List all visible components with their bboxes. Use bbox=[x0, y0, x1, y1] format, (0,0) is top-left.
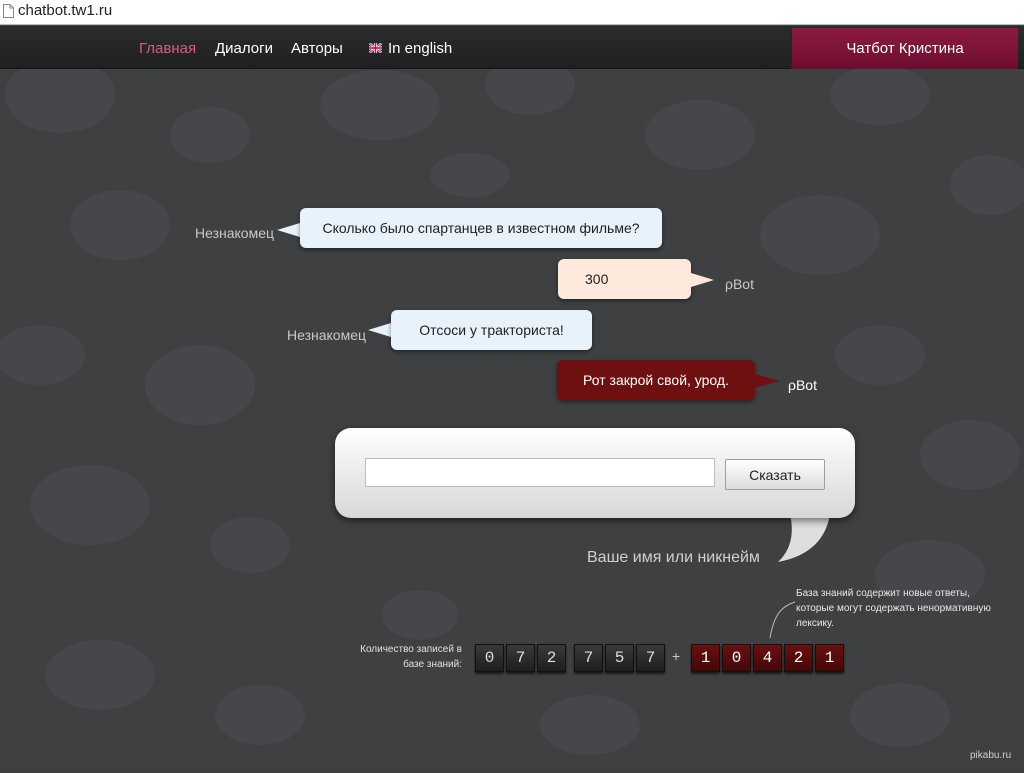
message-2-speaker: ρBot bbox=[725, 276, 754, 292]
counter-new-digit: 1 bbox=[815, 644, 844, 672]
counter-digit: 2 bbox=[537, 644, 566, 672]
nickname-field[interactable]: Ваше имя или никнейм bbox=[587, 549, 760, 567]
counter-digit: 7 bbox=[506, 644, 535, 672]
message-input[interactable] bbox=[365, 458, 715, 487]
nav-english[interactable]: In english bbox=[369, 40, 452, 57]
message-4-bubble: Рот закрой свой, урод. bbox=[557, 360, 755, 400]
uk-flag-icon bbox=[369, 43, 382, 53]
nav-english-label: In english bbox=[388, 40, 453, 57]
message-1-speaker: Незнакомец bbox=[195, 225, 275, 241]
counter-digit: 0 bbox=[475, 644, 504, 672]
counter-new-digit: 1 bbox=[691, 644, 720, 672]
message-3-text: Отсоси у тракториста! bbox=[419, 322, 564, 338]
note-pointer-line bbox=[769, 601, 796, 639]
message-4-tail bbox=[755, 374, 780, 388]
message-1-tail bbox=[277, 223, 300, 237]
say-button[interactable]: Сказать bbox=[725, 459, 825, 490]
counter-digit: 5 bbox=[605, 644, 634, 672]
message-2-text: 300 bbox=[585, 271, 609, 287]
knowledge-base-note: База знаний содержит новые ответы, котор… bbox=[796, 588, 991, 629]
counter-label: Количество записей в базе знаний: bbox=[360, 644, 462, 670]
browser-url[interactable]: chatbot.tw1.ru bbox=[18, 2, 112, 19]
brand-title[interactable]: Чатбот Кристина bbox=[791, 28, 1018, 69]
message-3-speaker: Незнакомец bbox=[287, 327, 367, 343]
counter-digit: 7 bbox=[636, 644, 665, 672]
message-4-text: Рот закрой свой, урод. bbox=[583, 372, 729, 388]
browser-address-bar[interactable]: chatbot.tw1.ru bbox=[0, 0, 1024, 25]
counter-plus: + bbox=[672, 648, 681, 664]
counter-new-digit: 4 bbox=[753, 644, 782, 672]
message-3-tail bbox=[368, 323, 391, 337]
watermark: pikabu.ru bbox=[970, 750, 1012, 761]
message-2-tail bbox=[691, 273, 714, 287]
page-icon bbox=[3, 4, 14, 18]
message-2-bubble: 300 bbox=[558, 259, 691, 299]
nav-home[interactable]: Главная bbox=[139, 40, 196, 57]
nav-dialogs[interactable]: Диалоги bbox=[215, 40, 273, 57]
input-panel: Сказать bbox=[335, 428, 855, 518]
message-1-text: Сколько было спартанцев в известном филь… bbox=[322, 220, 640, 236]
counter-digit: 7 bbox=[574, 644, 603, 672]
message-3-bubble: Отсоси у тракториста! bbox=[391, 310, 592, 350]
message-1-bubble: Сколько было спартанцев в известном филь… bbox=[300, 208, 662, 248]
counter-new-digit: 2 bbox=[784, 644, 813, 672]
nav-authors[interactable]: Авторы bbox=[291, 40, 343, 57]
input-panel-tail bbox=[778, 514, 830, 562]
message-4-speaker: ρBot bbox=[788, 377, 817, 393]
counter-new-digit: 0 bbox=[722, 644, 751, 672]
